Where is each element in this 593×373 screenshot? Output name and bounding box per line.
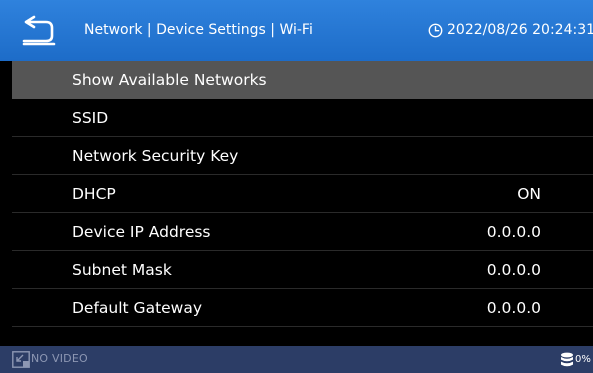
device-settings-screen: Network | Device Settings | Wi-Fi 2022/0… [0,0,593,373]
status-bar: NO VIDEO 0% [0,346,593,373]
list-item-device-ip-address[interactable]: Device IP Address 0.0.0.0 [12,213,593,251]
list-item-value: 0.0.0.0 [486,261,541,279]
back-button[interactable] [20,14,60,48]
header-bar: Network | Device Settings | Wi-Fi 2022/0… [0,0,593,61]
list-item-label: Device IP Address [72,223,211,241]
list-item-value: 0.0.0.0 [486,223,541,241]
list-item-ssid[interactable]: SSID [12,99,593,137]
page-title: Network | Device Settings | Wi-Fi [84,22,313,38]
settings-list: Show Available Networks SSID Network Sec… [12,61,593,342]
list-item-label: SSID [72,109,109,127]
datetime-display: 2022/08/26 20:24:31 [428,22,593,38]
list-item-dhcp[interactable]: DHCP ON [12,175,593,213]
list-item-default-gateway[interactable]: Default Gateway 0.0.0.0 [12,289,593,327]
video-status: NO VIDEO [31,352,88,365]
list-item-label: DHCP [72,185,116,203]
list-item-label: Subnet Mask [72,261,172,279]
list-item-label: Show Available Networks [72,71,267,89]
list-item-show-available-networks[interactable]: Show Available Networks [12,61,593,99]
clock-icon [428,23,443,38]
list-item-value: ON [517,185,541,203]
list-item-value: 0.0.0.0 [486,299,541,317]
list-item-label: Default Gateway [72,299,203,317]
video-input-icon [12,351,30,368]
list-item-label: Network Security Key [72,147,239,165]
database-icon [560,352,574,368]
back-arrow-icon [20,14,60,48]
datetime-text: 2022/08/26 20:24:31 [447,22,593,38]
list-item-subnet-mask[interactable]: Subnet Mask 0.0.0.0 [12,251,593,289]
storage-percent: 0% [575,354,591,365]
list-item-network-security-key[interactable]: Network Security Key [12,137,593,175]
